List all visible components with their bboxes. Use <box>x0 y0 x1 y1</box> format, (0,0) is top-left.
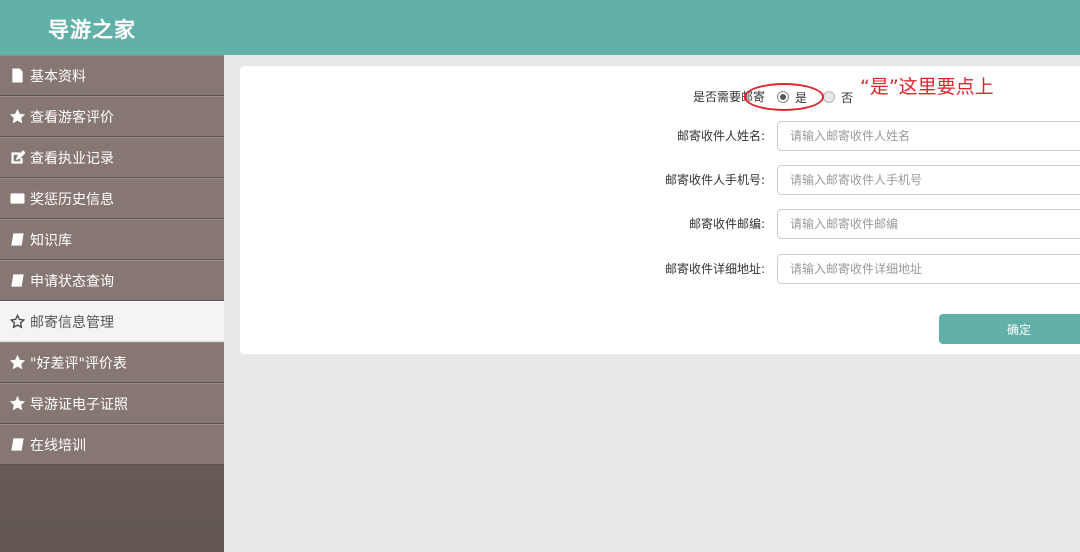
recipient-phone-row: 邮寄收件人手机号: <box>240 165 1080 195</box>
mail-info-form: 是否需要邮寄 是 否 邮寄收件人姓名: 邮寄收件人手机号: 邮寄收件邮编: 邮寄… <box>240 66 1080 354</box>
sidebar-item-basic-info[interactable]: 基本资料 <box>0 55 224 96</box>
address-row: 邮寄收件详细地址: <box>240 254 1080 284</box>
star-icon <box>9 355 25 371</box>
book-icon <box>9 437 25 453</box>
confirm-button[interactable]: 确定 <box>939 314 1080 344</box>
app-title: 导游之家 <box>48 18 136 42</box>
address-input[interactable] <box>777 254 1080 284</box>
mail-required-yes-label[interactable]: 是 <box>795 89 807 106</box>
sidebar-item-application-status[interactable]: 申请状态查询 <box>0 260 224 301</box>
star-icon <box>9 109 25 125</box>
annotation-text: “是”这里要点上 <box>860 76 994 98</box>
book-icon <box>9 232 25 248</box>
recipient-phone-label: 邮寄收件人手机号: <box>664 173 765 187</box>
star-outline-icon <box>9 314 25 330</box>
recipient-name-row: 邮寄收件人姓名: <box>240 121 1080 151</box>
sidebar-item-label: "好差评"评价表 <box>30 355 127 372</box>
sidebar-item-label: 导游证电子证照 <box>30 396 128 413</box>
postal-code-label: 邮寄收件邮编: <box>688 217 765 231</box>
postal-code-input[interactable] <box>777 209 1080 239</box>
sidebar-item-label: 知识库 <box>30 232 72 249</box>
recipient-name-input[interactable] <box>777 121 1080 151</box>
document-icon <box>9 68 25 84</box>
sidebar-item-mail-info[interactable]: 邮寄信息管理 <box>0 301 224 342</box>
star-icon <box>9 396 25 412</box>
sidebar-item-review-form[interactable]: "好差评"评价表 <box>0 342 224 383</box>
sidebar-item-online-training[interactable]: 在线培训 <box>0 424 224 465</box>
edit-icon <box>9 150 25 166</box>
mail-required-no-radio[interactable] <box>823 91 836 103</box>
mail-required-yes-radio[interactable] <box>777 91 789 103</box>
id-card-icon <box>9 191 25 207</box>
sidebar-item-e-license[interactable]: 导游证电子证照 <box>0 383 224 424</box>
postal-code-row: 邮寄收件邮编: <box>240 209 1080 239</box>
sidebar-item-label: 基本资料 <box>30 68 86 85</box>
sidebar-item-label: 在线培训 <box>30 437 86 454</box>
sidebar-item-label: 奖惩历史信息 <box>30 191 114 208</box>
sidebar-item-label: 申请状态查询 <box>30 273 114 290</box>
app-header: 导游之家 <box>0 0 1080 55</box>
sidebar-item-label: 邮寄信息管理 <box>30 314 114 331</box>
sidebar-item-practice-records[interactable]: 查看执业记录 <box>0 137 224 178</box>
sidebar-item-reward-history[interactable]: 奖惩历史信息 <box>0 178 224 219</box>
sidebar-item-label: 查看执业记录 <box>30 150 114 167</box>
sidebar-item-tourist-reviews[interactable]: 查看游客评价 <box>0 96 224 137</box>
address-label: 邮寄收件详细地址: <box>664 262 765 276</box>
mail-required-radio-group: 是 否 <box>777 82 869 112</box>
sidebar-item-knowledge-base[interactable]: 知识库 <box>0 219 224 260</box>
mail-required-label: 是否需要邮寄 <box>692 90 765 104</box>
sidebar-item-label: 查看游客评价 <box>30 109 114 126</box>
book-icon <box>9 273 25 289</box>
sidebar: 基本资料 查看游客评价 查看执业记录 奖惩历史信息 知识库 申请状态查询 邮寄信… <box>0 55 224 552</box>
recipient-name-label: 邮寄收件人姓名: <box>676 129 765 143</box>
mail-required-no-label[interactable]: 否 <box>841 89 853 106</box>
recipient-phone-input[interactable] <box>777 165 1080 195</box>
